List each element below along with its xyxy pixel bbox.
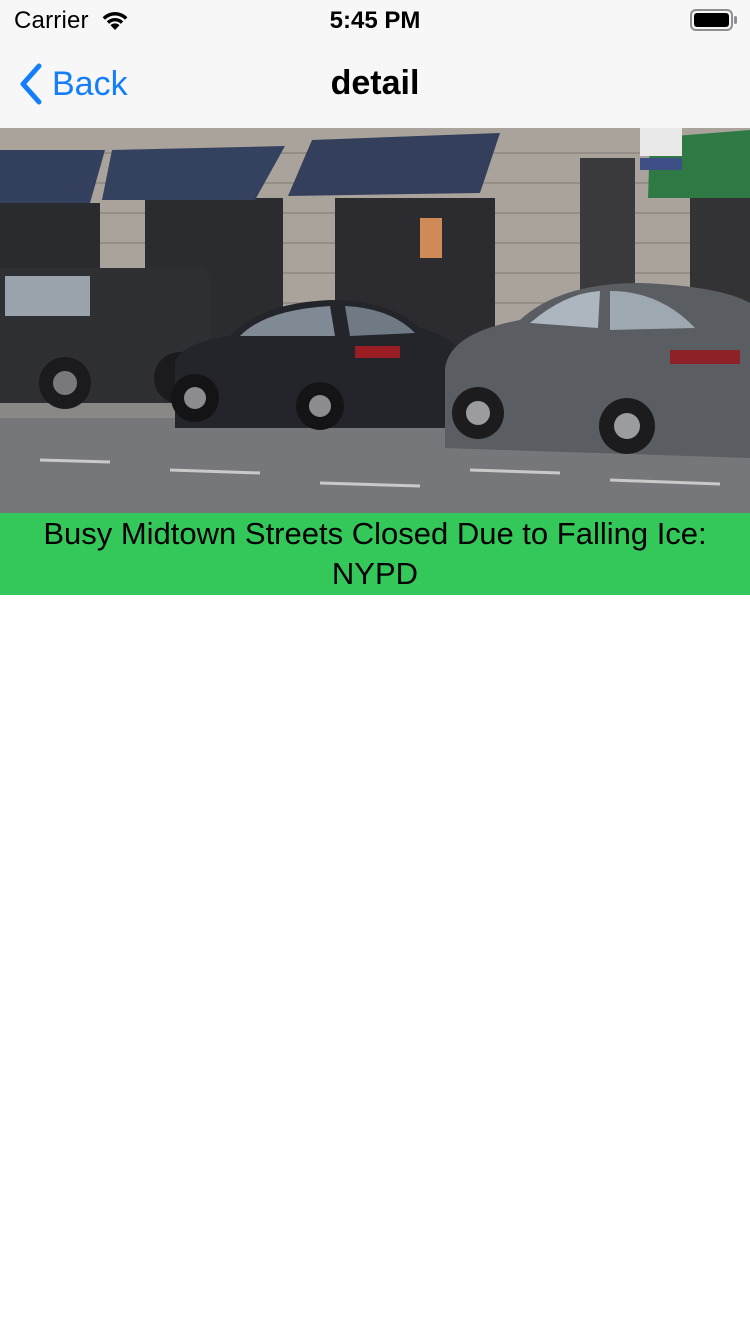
- status-bar: Carrier 5:45 PM: [0, 0, 750, 40]
- navigation-bar: Back detail: [0, 40, 750, 128]
- article-headline: Busy Midtown Streets Closed Due to Falli…: [43, 516, 707, 591]
- page-title: detail: [330, 64, 420, 102]
- headline-banner: Busy Midtown Streets Closed Due to Falli…: [0, 513, 750, 595]
- battery-icon: [690, 9, 737, 31]
- street-photo: [0, 128, 750, 513]
- status-time: 5:45 PM: [329, 7, 421, 34]
- article-image: [0, 128, 750, 513]
